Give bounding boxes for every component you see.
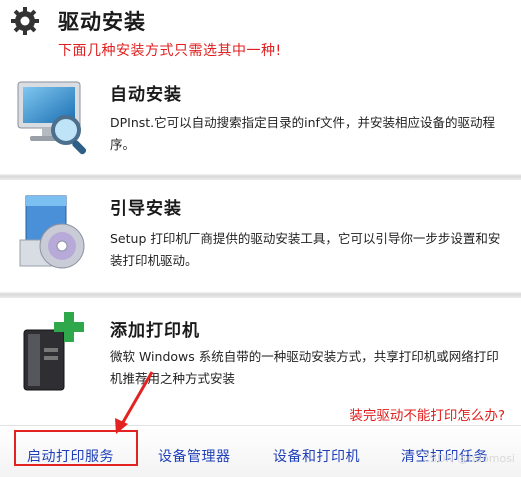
annotation-arrow xyxy=(115,371,154,434)
watermark: CSDN @haomosi xyxy=(422,452,515,465)
